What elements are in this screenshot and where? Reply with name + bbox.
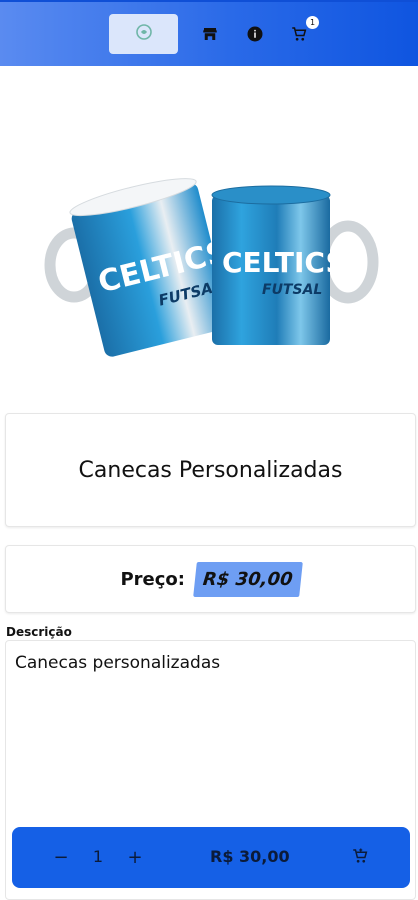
decrease-quantity-button[interactable]: −	[49, 845, 73, 869]
quantity-value: 1	[92, 847, 104, 866]
mug-right-text-2: FUTSAL	[262, 282, 322, 298]
increase-quantity-button[interactable]: +	[123, 845, 147, 869]
description-text: Canecas personalizadas	[15, 653, 221, 673]
cart-count-badge: 1	[306, 16, 319, 29]
add-to-cart-bar: − 1 + R$ 30,00	[12, 827, 410, 888]
price-value: R$ 30,00	[193, 561, 303, 597]
store-icon[interactable]	[200, 24, 220, 44]
description-label: Descrição	[6, 625, 72, 639]
cart-total-price: R$ 30,00	[210, 847, 290, 866]
info-icon[interactable]	[245, 24, 265, 44]
mug-right-text-1: CELTICS	[222, 246, 346, 279]
price-card: Preço: R$ 30,00	[5, 545, 416, 613]
home-logo-button[interactable]	[109, 14, 178, 54]
top-app-bar: 1	[0, 0, 418, 66]
price-label: Preço:	[120, 568, 185, 590]
add-to-cart-icon[interactable]	[351, 847, 371, 867]
product-image: CELTICS FUTSAL CELTICS FUTSAL	[40, 155, 380, 370]
product-title-card: Canecas Personalizadas	[5, 413, 416, 527]
cart-icon[interactable]	[289, 24, 309, 44]
logo-icon	[135, 23, 153, 46]
product-title: Canecas Personalizadas	[78, 457, 343, 483]
